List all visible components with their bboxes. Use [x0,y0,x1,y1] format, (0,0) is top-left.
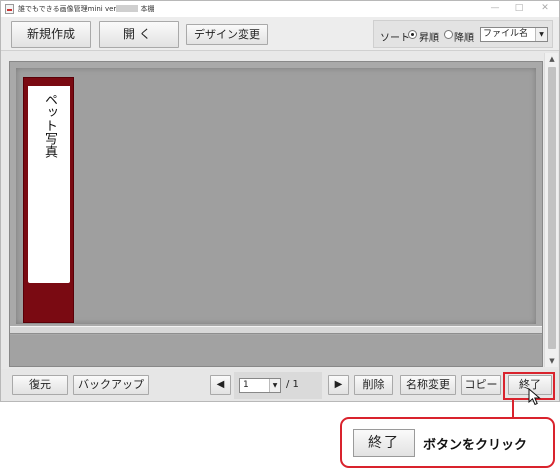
album-title: ペット写真 [42,93,57,158]
instruction-callout: 終了 ボタンをクリック [340,417,555,468]
window-title-prefix: 誰でもできる画像管理mini ver [18,5,117,13]
sort-field-select[interactable]: ファイル名 ▼ [480,27,548,42]
callout-exit-button: 終了 [353,429,415,457]
window-title-suffix: 本棚 [138,5,155,13]
shelf-upper [16,68,536,324]
shelf-lower [10,335,542,366]
window-title: 誰でもできる画像管理mini ver 本棚 [18,4,155,14]
page-select-value: 1 [243,380,249,390]
sort-ascending-label: 昇順 [419,33,439,44]
minimize-icon[interactable]: — [485,2,505,15]
version-mask [116,5,139,12]
delete-button[interactable]: 削除 [354,375,393,395]
new-button[interactable]: 新規作成 [11,21,91,48]
sort-field-value: ファイル名 [483,29,529,39]
callout-text: ボタンをクリック [423,438,528,453]
app-icon [5,4,14,14]
maximize-icon[interactable]: □ [509,2,529,15]
open-button[interactable]: 開く [99,21,179,48]
scroll-up-icon[interactable]: ▲ [545,53,559,65]
prev-page-icon[interactable]: ◀ [210,375,231,395]
album-spine-label: ペット写真 [28,83,70,283]
scroll-thumb[interactable] [548,67,556,349]
rename-button[interactable]: 名称変更 [400,375,456,395]
page-select[interactable]: 1 ▼ [239,378,281,393]
app-window: 誰でもできる画像管理mini ver 本棚 — □ ✕ 新規作成 開く デザイン… [0,0,560,402]
mouse-cursor-icon [528,388,541,406]
album-spine-stripe [28,83,70,88]
page-total: / 1 [286,379,299,390]
vertical-scrollbar[interactable]: ▲ ▼ [544,53,558,367]
callout-leader [512,400,514,417]
sort-label: ソート [380,33,410,44]
restore-button[interactable]: 復元 [12,375,68,395]
next-page-icon[interactable]: ▶ [328,375,349,395]
sort-ascending-radio[interactable] [408,30,417,39]
backup-button[interactable]: バックアップ [73,375,149,395]
chevron-down-icon[interactable]: ▼ [535,28,547,41]
sort-descending-radio[interactable] [444,30,453,39]
page-navigator: 1 ▼ / 1 [234,372,322,399]
toolbar: 新規作成 開く デザイン変更 ソート 昇順 降順 ファイル名 ▼ [1,17,559,51]
copy-button[interactable]: コピー [461,375,501,395]
bookshelf-area [9,61,543,367]
design-change-button[interactable]: デザイン変更 [186,24,268,45]
close-icon[interactable]: ✕ [535,2,555,15]
chevron-down-icon[interactable]: ▼ [269,379,280,392]
sort-descending-label: 降順 [454,33,474,44]
scroll-down-icon[interactable]: ▼ [545,355,559,367]
bottom-bar: 復元 バックアップ ◀ 1 ▼ / 1 ▶ 削除 名称変更 コピー 終了 [1,369,559,401]
title-bar: 誰でもできる画像管理mini ver 本棚 — □ ✕ [1,1,559,17]
album-book[interactable]: ペット写真 [23,77,74,323]
sort-panel: ソート 昇順 降順 ファイル名 ▼ [373,20,553,48]
shelf-board [10,326,542,334]
